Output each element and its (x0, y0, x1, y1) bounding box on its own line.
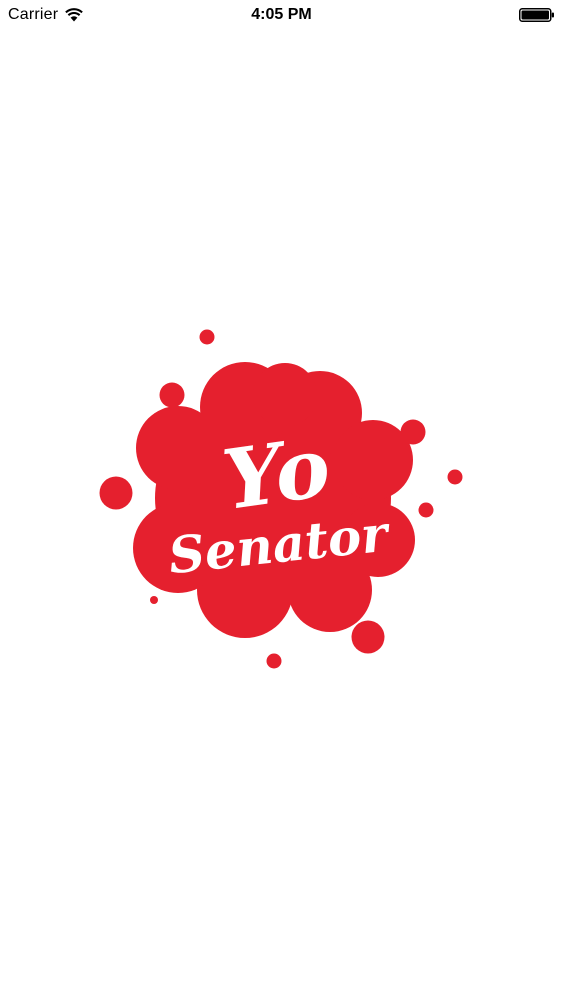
app-logo: Yo Senator (99, 329, 463, 669)
splash-screen: Yo Senator (0, 0, 563, 1000)
